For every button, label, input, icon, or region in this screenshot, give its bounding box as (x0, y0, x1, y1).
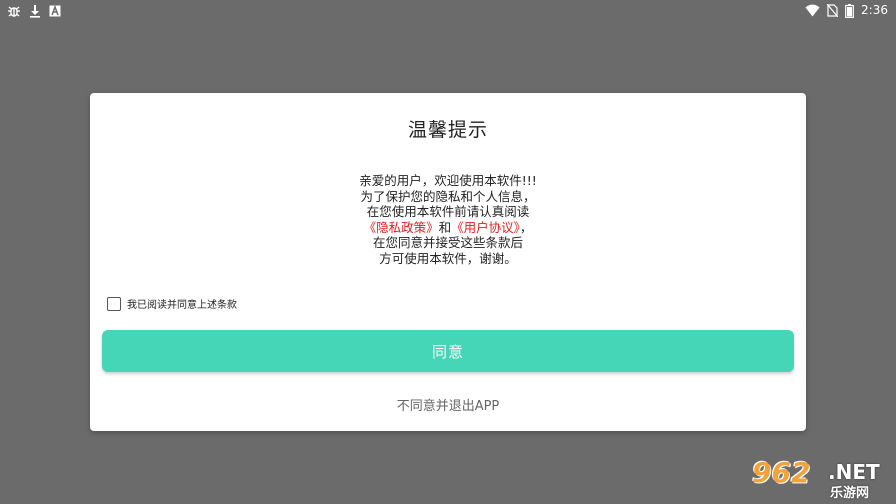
user-agreement-link[interactable]: 《用户协议》 (451, 220, 520, 235)
watermark-number: 962 (752, 456, 811, 489)
watermark-sub: 乐游网 (830, 486, 870, 501)
a-badge-icon (49, 3, 61, 18)
and-text: 和 (438, 219, 452, 235)
dialog-title: 温馨提示 (407, 119, 488, 141)
comma-text: ， (519, 219, 533, 235)
wifi-icon (805, 3, 820, 18)
privacy-policy-link[interactable]: 《隐私政策》 (364, 220, 439, 235)
status-bar-right: 2:36 (805, 3, 888, 18)
battery-icon (845, 3, 854, 18)
message-line-1: 亲爱的用户，欢迎使用本软件!!! (359, 173, 537, 188)
status-bar: 2:36 (0, 0, 896, 22)
no-sim-icon (827, 3, 839, 18)
agree-checkbox-row[interactable]: 我已阅读并同意上述条款 (107, 296, 237, 311)
decline-exit-button[interactable]: 不同意并退出APP (90, 395, 806, 414)
privacy-dialog: 温馨提示 亲爱的用户，欢迎使用本软件!!! 为了保护您的隐私和个人信息， 在您使… (90, 93, 806, 431)
site-watermark-logo: 962 .NET 乐游网 (752, 456, 892, 501)
status-time: 2:36 (861, 3, 888, 17)
message-line-2: 为了保护您的隐私和个人信息， (360, 188, 536, 204)
message-line-6: 方可使用本软件，谢谢。 (379, 250, 517, 266)
agree-button[interactable]: 同意 (102, 330, 794, 372)
message-line-5: 在您同意并接受这些条款后 (372, 235, 523, 250)
status-bar-left (7, 3, 61, 18)
watermark-suffix: .NET (828, 460, 880, 484)
dialog-message: 亲爱的用户，欢迎使用本软件!!! 为了保护您的隐私和个人信息， 在您使用本软件前… (90, 173, 806, 266)
message-line-3: 在您使用本软件前请认真阅读 (366, 204, 530, 219)
message-line-4: 《隐私政策》和《用户协议》， (90, 220, 806, 236)
agree-checkbox-label[interactable]: 我已阅读并同意上述条款 (127, 296, 237, 311)
bug-icon (7, 3, 21, 18)
agree-checkbox[interactable] (107, 296, 121, 311)
download-icon (29, 3, 41, 18)
